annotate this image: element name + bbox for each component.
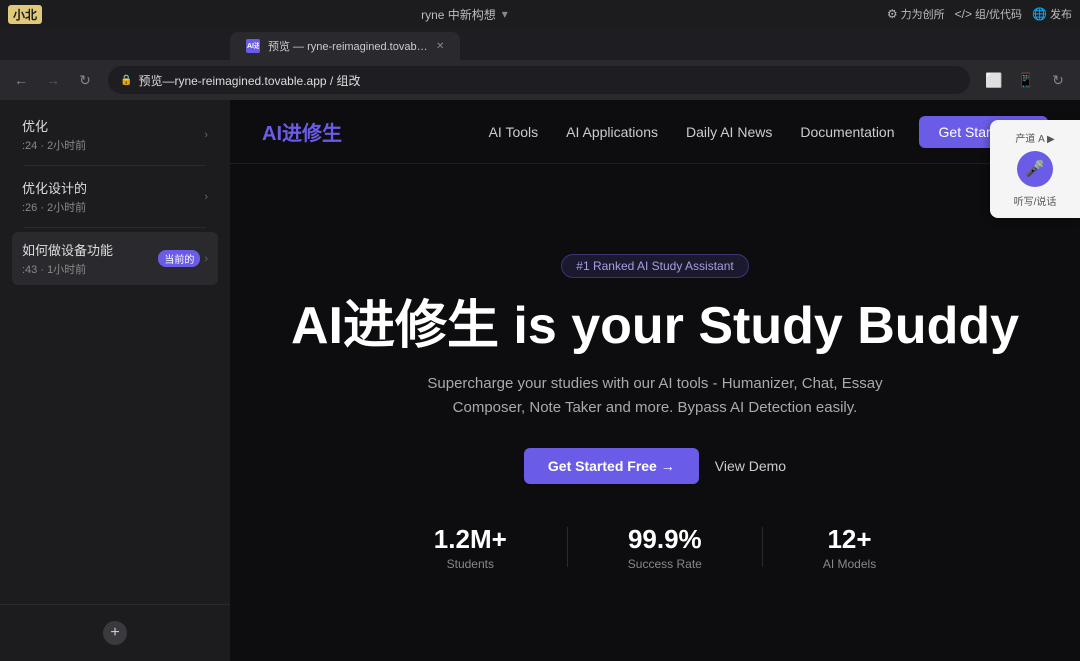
stat-models-label: AI Models (823, 557, 876, 571)
nav-link-tools[interactable]: AI Tools (489, 124, 539, 140)
browser-tab[interactable]: AI进修生 预览 — ryne-reimagined.tovable.app /… (230, 32, 460, 60)
chevron-icon-2: › (204, 191, 208, 203)
tab-favicon: AI进修生 (246, 39, 260, 53)
browser-content: AI进修生 AI Tools AI Applications Daily AI … (230, 100, 1080, 661)
floating-panel: 产道 A ▶ 🎤 听写/说话 (990, 120, 1080, 218)
reload-btn[interactable]: ↻ (72, 67, 98, 93)
tab-close-btn[interactable]: ✕ (436, 41, 444, 52)
site-hero: #1 Ranked AI Study Assistant AI进修生 is yo… (230, 164, 1080, 661)
main-layout: 优化 :24 · 2小时前 › 优化设计的 :26 · 2小时前 › 如何做设备… (0, 100, 1080, 661)
hero-badge: #1 Ranked AI Study Assistant (561, 254, 748, 278)
active-badge: 当前的 (158, 250, 200, 267)
nav-links: AI Tools AI Applications Daily AI News D… (489, 124, 895, 140)
hero-stats: 1.2M+ Students 99.9% Success Rate 12+ AI… (434, 524, 876, 571)
hero-title: AI进修生 is your Study Buddy (291, 298, 1019, 355)
stat-success: 99.9% Success Rate (628, 524, 702, 571)
sidebar-item-1-sub: :24 · 2小时前 (22, 137, 204, 153)
settings-btn[interactable]: ⚙ 力为创所 (887, 6, 945, 22)
sidebar-item-2-sub: :26 · 2小时前 (22, 199, 204, 215)
sidebar-item-2-title: 优化设计的 (22, 178, 204, 197)
chevron-icon-1: › (204, 129, 208, 141)
lock-icon: 🔒 (120, 75, 132, 86)
floating-panel-title: 产道 A ▶ (1015, 130, 1054, 145)
mobile-view-btn[interactable]: 📱 (1012, 66, 1040, 94)
os-logo: 小北 (8, 5, 42, 24)
sidebar: 优化 :24 · 2小时前 › 优化设计的 :26 · 2小时前 › 如何做设备… (0, 100, 230, 661)
url-text: 预览—ryne-reimagined.tovable.app / 组改 (138, 72, 360, 89)
sidebar-item-2[interactable]: 优化设计的 :26 · 2小时前 › (12, 170, 218, 223)
stat-students-value: 1.2M+ (434, 524, 507, 555)
add-chat-btn[interactable]: + (103, 621, 127, 645)
hero-secondary-btn[interactable]: View Demo (715, 458, 786, 474)
back-btn[interactable]: ← (8, 67, 34, 93)
stat-divider-2 (762, 527, 763, 567)
sidebar-section: 优化 :24 · 2小时前 › 优化设计的 :26 · 2小时前 › 如何做设备… (0, 100, 230, 293)
refresh-btn[interactable]: ↻ (1044, 66, 1072, 94)
forward-btn[interactable]: → (40, 67, 66, 93)
site-nav: AI进修生 AI Tools AI Applications Daily AI … (230, 100, 1080, 164)
nav-link-news[interactable]: Daily AI News (686, 124, 772, 140)
os-actions: ⚙ 力为创所 </> 组/优代码 🌐 发布 (887, 6, 1072, 22)
os-bar: 小北 ryne 中新构想 ▾ ⚙ 力为创所 </> 组/优代码 🌐 发布 (0, 0, 1080, 28)
publish-btn[interactable]: 🌐 发布 (1032, 6, 1072, 22)
stat-students-label: Students (434, 557, 507, 571)
site-logo: AI进修生 (262, 117, 342, 146)
sidebar-item-3-title: 如何做设备功能 (22, 240, 158, 259)
hero-buttons: Get Started Free → View Demo (524, 448, 786, 484)
tab-title: 预览 — ryne-reimagined.tovable.app / 组改 (268, 38, 428, 54)
browser-addressbar: ← → ↻ 🔒 预览—ryne-reimagined.tovable.app /… (0, 60, 1080, 100)
os-title: ryne 中新构想 ▾ (50, 6, 879, 23)
floating-panel-actions: 听写/说话 (1014, 193, 1057, 208)
sidebar-item-3-sub: :43 · 1小时前 (22, 261, 158, 277)
chevron-icon[interactable]: ▾ (502, 7, 508, 21)
stat-models-value: 12+ (823, 524, 876, 555)
browser-chrome: AI进修生 预览 — ryne-reimagined.tovable.app /… (0, 28, 1080, 100)
website: AI进修生 AI Tools AI Applications Daily AI … (230, 100, 1080, 661)
address-bar[interactable]: 🔒 预览—ryne-reimagined.tovable.app / 组改 (108, 66, 970, 94)
sidebar-divider-1 (24, 165, 206, 166)
sidebar-item-1-title: 优化 (22, 116, 204, 135)
new-window-btn[interactable]: ⬜ (980, 66, 1008, 94)
stat-divider-1 (567, 527, 568, 567)
nav-link-docs[interactable]: Documentation (800, 124, 894, 140)
stat-models: 12+ AI Models (823, 524, 876, 571)
sidebar-divider-2 (24, 227, 206, 228)
sidebar-item-3[interactable]: 如何做设备功能 :43 · 1小时前 当前的 › (12, 232, 218, 285)
stat-success-value: 99.9% (628, 524, 702, 555)
hero-primary-btn[interactable]: Get Started Free → (524, 448, 699, 484)
sidebar-item-1[interactable]: 优化 :24 · 2小时前 › (12, 108, 218, 161)
browser-actions: ⬜ 📱 ↻ (980, 66, 1072, 94)
chevron-icon-3: › (204, 253, 208, 265)
stat-success-label: Success Rate (628, 557, 702, 571)
stat-students: 1.2M+ Students (434, 524, 507, 571)
code-btn[interactable]: </> 组/优代码 (955, 6, 1022, 22)
hero-description: Supercharge your studies with our AI too… (415, 372, 895, 420)
nav-link-applications[interactable]: AI Applications (566, 124, 658, 140)
floating-panel-mic-btn[interactable]: 🎤 (1017, 151, 1053, 187)
browser-tabs: AI进修生 预览 — ryne-reimagined.tovable.app /… (0, 28, 1080, 60)
